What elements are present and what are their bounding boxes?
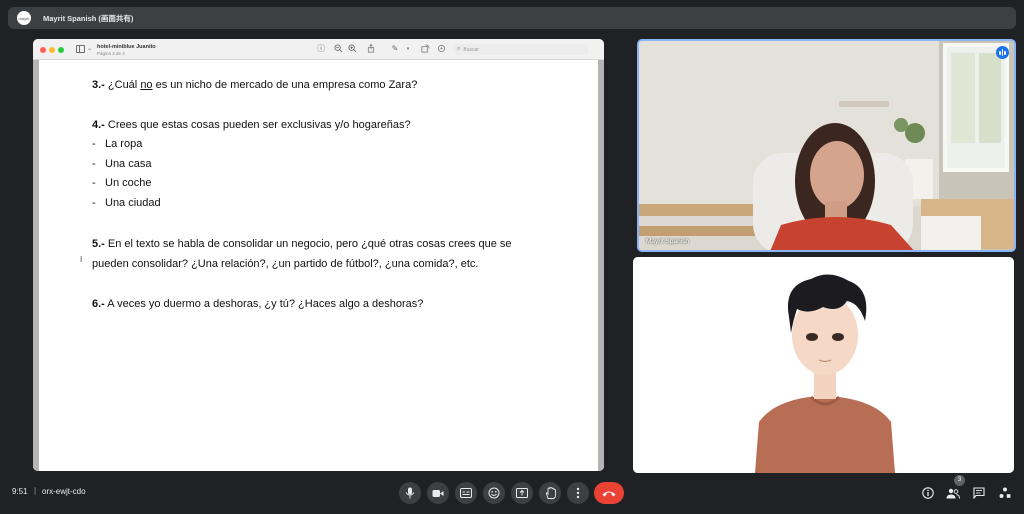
- preview-toolbar: ⌄ hotel-miniblue Juanito Página 4 de 4 ⓘ…: [33, 39, 604, 60]
- bullet-dash: -: [92, 197, 96, 209]
- microphone-button[interactable]: [399, 482, 421, 504]
- camera-icon: [432, 489, 444, 497]
- text-cursor-icon: I: [80, 255, 83, 264]
- meeting-details-button[interactable]: [920, 485, 936, 501]
- hang-up-icon: [602, 491, 616, 496]
- raise-hand-button[interactable]: [539, 482, 561, 504]
- presenter-avatar-text: mayrit: [18, 15, 30, 21]
- question-number: 5.-: [92, 238, 105, 250]
- question-text: pueden consolidar? ¿Una relación?, ¿un p…: [92, 258, 479, 270]
- present-screen-button[interactable]: [511, 482, 533, 504]
- underlined-word: no: [140, 79, 153, 91]
- present-screen-icon: [516, 488, 528, 498]
- teacher-video-feed: [639, 41, 1014, 250]
- zoom-in-icon[interactable]: [347, 44, 357, 54]
- separator: |: [34, 486, 37, 495]
- question-4: 4.- Crees que estas cosas pueden ser exc…: [92, 118, 411, 132]
- question-3: 3.- ¿Cuál no es un nicho de mercado de u…: [92, 78, 417, 92]
- question-number: 3.-: [92, 79, 105, 91]
- rotate-icon[interactable]: [420, 44, 430, 54]
- more-options-button[interactable]: [567, 482, 589, 504]
- document-page-label: Página 4 de 4: [97, 51, 125, 56]
- meeting-code: orx-ewjt-cdo: [42, 487, 86, 496]
- chat-button[interactable]: [971, 485, 987, 501]
- question-text: En el texto se habla de consolidar un ne…: [104, 238, 512, 250]
- list-item: - La ropa: [92, 138, 142, 150]
- presentation-bar[interactable]: mayrit Mayrit Spanish (画面共有): [8, 7, 1016, 29]
- page-gutter-left: [33, 60, 39, 471]
- people-icon: [946, 488, 960, 499]
- captions-button[interactable]: [455, 482, 477, 504]
- list-item-text: Un coche: [105, 177, 152, 189]
- emoji-icon: [488, 487, 500, 499]
- window-close-icon[interactable]: [40, 47, 46, 53]
- window-zoom-icon[interactable]: [58, 47, 64, 53]
- bullet-dash: -: [92, 138, 96, 150]
- meet-window: mayrit Mayrit Spanish (画面共有) ⌄ hotel-min…: [0, 0, 1024, 514]
- page-gutter-right[interactable]: [598, 60, 604, 471]
- list-item-text: Una casa: [105, 158, 152, 170]
- question-text: ¿Cuál: [104, 79, 141, 91]
- bullet-dash: -: [92, 158, 96, 170]
- question-text: A veces yo duermo a deshoras, ¿y tú? ¿Ha…: [104, 298, 424, 310]
- participant-name: Mayrit Spanish: [646, 238, 689, 245]
- list-item: - Una ciudad: [92, 197, 161, 209]
- document-file-name: hotel-miniblue Juanito: [97, 44, 156, 50]
- annotate-icon[interactable]: [436, 44, 446, 54]
- activities-button[interactable]: [997, 485, 1013, 501]
- zoom-out-icon[interactable]: [333, 44, 343, 54]
- question-5: 5.- En el texto se habla de consolidar u…: [92, 237, 511, 251]
- markup-pen-icon[interactable]: ✎: [390, 44, 400, 54]
- presenter-avatar: mayrit: [17, 11, 31, 25]
- participant-tile-avatar[interactable]: [633, 257, 1014, 473]
- participant-tile-teacher[interactable]: Mayrit Spanish: [637, 39, 1016, 252]
- question-number: 4.-: [92, 119, 105, 131]
- list-item: - Un coche: [92, 177, 151, 189]
- list-item-text: Una ciudad: [105, 197, 161, 209]
- hand-icon: [545, 487, 556, 499]
- question-5-continuation: pueden consolidar? ¿Una relación?, ¿un p…: [92, 257, 478, 271]
- chevron-down-icon[interactable]: ⌄: [87, 45, 92, 52]
- shared-document-window: ⌄ hotel-miniblue Juanito Página 4 de 4 ⓘ…: [33, 39, 604, 471]
- question-6: 6.- A veces yo duermo a deshoras, ¿y tú?…: [92, 297, 423, 311]
- more-vertical-icon: [576, 487, 580, 499]
- leave-call-button[interactable]: [594, 482, 624, 504]
- presentation-title: Mayrit Spanish (画面共有): [43, 13, 134, 23]
- activities-icon: [999, 487, 1011, 498]
- list-item: - Una casa: [92, 158, 151, 170]
- camera-button[interactable]: [427, 482, 449, 504]
- speaking-indicator-icon: [996, 46, 1009, 59]
- share-icon[interactable]: [366, 43, 376, 54]
- search-icon: ⌕: [457, 46, 461, 52]
- avatar-illustration: [633, 257, 1014, 473]
- question-number: 6.-: [92, 298, 105, 310]
- info-icon: [922, 487, 934, 499]
- question-text: es un nicho de mercado de una empresa co…: [152, 79, 418, 91]
- meeting-clock: 9:51: [12, 487, 28, 496]
- microphone-icon: [405, 487, 415, 499]
- question-text: Crees que estas cosas pueden ser exclusi…: [104, 119, 411, 131]
- bullet-dash: -: [92, 177, 96, 189]
- chevron-down-icon[interactable]: ▾: [403, 44, 413, 54]
- info-icon[interactable]: ⓘ: [316, 44, 326, 54]
- chat-icon: [973, 487, 985, 499]
- people-button[interactable]: [945, 485, 961, 501]
- search-placeholder: Buscar: [463, 46, 479, 53]
- window-minimize-icon[interactable]: [49, 47, 55, 53]
- participants-count-badge: 3: [954, 475, 965, 486]
- list-item-text: La ropa: [105, 138, 143, 150]
- reactions-button[interactable]: [483, 482, 505, 504]
- document-search-input[interactable]: ⌕ Buscar: [453, 44, 588, 55]
- sidebar-toggle-icon[interactable]: [76, 45, 85, 53]
- captions-icon: [460, 488, 472, 498]
